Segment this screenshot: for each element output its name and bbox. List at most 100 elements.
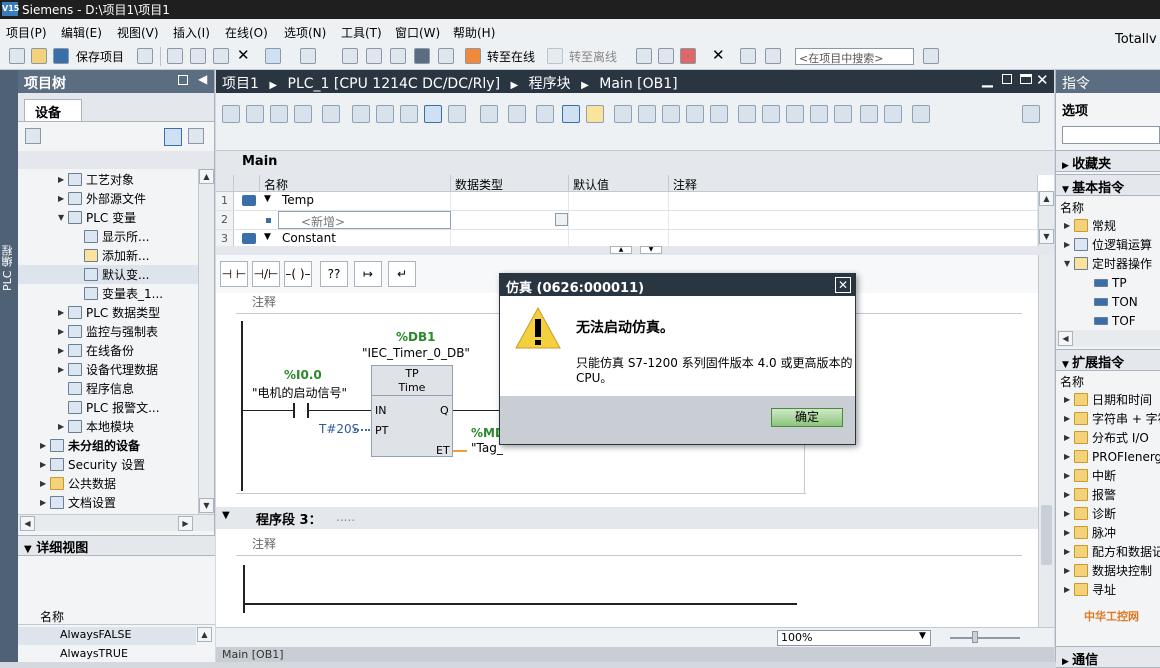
open-branch-button[interactable]: ↦ (354, 261, 382, 287)
tree-sync-icon[interactable] (188, 128, 204, 144)
collapse-icon[interactable]: ▼ (264, 194, 271, 204)
step-out-icon[interactable] (786, 105, 804, 123)
expand-icon[interactable]: ▶ (1064, 490, 1074, 499)
search-icon[interactable] (923, 48, 939, 64)
empty-rung[interactable] (245, 603, 797, 605)
instruction-group-addressing[interactable]: ▶ 寻址 (1064, 580, 1116, 599)
instruction-tof[interactable]: TOF (1094, 311, 1136, 330)
block-interface-icon[interactable] (1022, 105, 1040, 123)
open-project-icon[interactable] (31, 48, 47, 64)
print-icon[interactable] (137, 48, 153, 64)
normally-open-contact-button[interactable]: ⊣ ⊢ (220, 261, 248, 287)
breadcrumb-main[interactable]: Main [OB1] (599, 76, 677, 92)
row-name[interactable]: <新增> (278, 211, 451, 229)
split-horizontal-icon[interactable] (740, 48, 756, 64)
collapse-panel-icon[interactable]: ◀ (198, 72, 207, 86)
rung-wire[interactable] (309, 410, 371, 411)
go-online-button[interactable]: 转至在线 (487, 48, 535, 65)
column-datatype-header[interactable]: 数据类型 (451, 175, 569, 192)
minimize-icon[interactable]: ▁ (982, 72, 993, 88)
input-tag-name[interactable]: "电机的启动信号" (252, 384, 347, 401)
column-name-header[interactable]: 名称 (260, 175, 451, 192)
input-address[interactable]: %I0.0 (284, 368, 322, 382)
db-name[interactable]: "IEC_Timer_0_DB" (362, 346, 470, 360)
menu-window[interactable]: 窗口(W) (395, 24, 440, 41)
network-3-comment[interactable]: 注释 (252, 535, 276, 552)
zoom-slider[interactable] (950, 637, 1020, 639)
instruction-ton[interactable]: TON (1094, 292, 1138, 311)
call-env-icon[interactable] (662, 105, 680, 123)
insert-network-icon[interactable] (222, 105, 240, 123)
network-3-header[interactable]: ▼ 程序段 3： ..... (216, 507, 1038, 529)
simulation-icon[interactable] (414, 48, 430, 64)
search-input[interactable]: <在项目中搜索> (795, 48, 914, 65)
splitter-up-icon[interactable]: ▲ (610, 246, 632, 254)
row-default[interactable] (569, 192, 669, 210)
row-comment[interactable] (669, 192, 1038, 210)
instruction-group-bit-logic[interactable]: ▶ 位逻辑运算 (1064, 235, 1152, 254)
tree-item-device-proxy[interactable]: ▶ 设备代理数据 (58, 360, 158, 379)
row-datatype[interactable] (451, 211, 569, 229)
expand-icon[interactable]: ▶ (1064, 566, 1074, 575)
step-into-icon[interactable] (738, 105, 756, 123)
splitter-bar[interactable]: ▲ ▼ (216, 246, 1054, 255)
absolute-operand-icon[interactable] (448, 105, 466, 123)
tp-timer-block[interactable]: TP Time IN Q PT ET (371, 365, 453, 457)
instruction-group-timers[interactable]: ▼ 定时器操作 (1064, 254, 1152, 273)
detail-view-header[interactable]: ▼ 详细视图 (18, 535, 215, 556)
delete-icon[interactable]: ✕ (237, 48, 253, 64)
new-project-icon[interactable] (9, 48, 25, 64)
menu-help[interactable]: 帮助(H) (453, 24, 495, 41)
menu-project[interactable]: 项目(P) (6, 24, 47, 41)
tree-item-program-info[interactable]: 程序信息 (68, 379, 134, 398)
favorites-section[interactable]: ▶ 收藏夹 (1056, 150, 1160, 172)
grid-icon[interactable] (562, 105, 580, 123)
tree-item-plc-tags[interactable]: ▼ PLC 变量 (58, 208, 136, 227)
close-icon[interactable]: ✕ (1036, 71, 1049, 89)
scroll-left-icon[interactable]: ◀ (20, 516, 35, 531)
tree-item-online-backups[interactable]: ▶ 在线备份 (58, 341, 134, 360)
breakpoint-icon[interactable] (614, 105, 632, 123)
ok-button[interactable]: 确定 (771, 408, 843, 427)
expand-icon[interactable]: ▶ (40, 441, 50, 450)
save-project-button[interactable]: 保存项目 (76, 48, 124, 65)
tree-item-tag-table-1[interactable]: 变量表_1... (84, 284, 163, 303)
tree-scrollbar[interactable]: ▲ ▼ (198, 169, 214, 514)
row-default[interactable] (569, 211, 669, 229)
instructions-search-input[interactable] (1062, 126, 1160, 144)
start-cpu-icon[interactable] (658, 48, 674, 64)
table-row[interactable]: 1 ▼ Temp (216, 192, 1038, 211)
restore-icon[interactable] (1002, 74, 1012, 84)
expand-icon[interactable]: ▶ (1064, 471, 1074, 480)
expand-icon[interactable]: ▶ (1064, 221, 1074, 230)
compile-icon[interactable] (342, 48, 358, 64)
scroll-down-icon[interactable]: ▼ (1039, 229, 1054, 244)
collapse-icon[interactable]: ▼ (264, 232, 271, 242)
tree-overview-icon[interactable] (25, 128, 41, 144)
cut-icon[interactable] (167, 48, 183, 64)
expand-icon[interactable]: ▶ (1064, 414, 1074, 423)
instruction-group-profienergy[interactable]: ▶ PROFIenergy (1064, 447, 1160, 466)
scroll-right-icon[interactable]: ▶ (178, 516, 193, 531)
save-icon[interactable] (53, 48, 69, 64)
expand-icon[interactable]: ▶ (40, 479, 50, 488)
collapse-icon[interactable]: ▼ (58, 213, 68, 222)
tree-item-watch-tables[interactable]: ▶ 监控与强制表 (58, 322, 158, 341)
collapse-icon[interactable]: ▼ (1062, 185, 1072, 195)
expand-icon[interactable]: ▶ (58, 175, 68, 184)
menu-view[interactable]: 视图(V) (117, 24, 159, 41)
copy-icon[interactable] (190, 48, 206, 64)
paste-icon[interactable] (213, 48, 229, 64)
instruction-group-pulse[interactable]: ▶ 脉冲 (1064, 523, 1116, 542)
collapse-icon[interactable]: ▼ (222, 510, 230, 521)
tree-item-add-tag-table[interactable]: 添加新... (84, 246, 149, 265)
tree-item-plc-alarms[interactable]: PLC 报警文... (68, 398, 160, 417)
instruction-group-interrupts[interactable]: ▶ 中断 (1064, 466, 1116, 485)
expand-icon[interactable]: ▶ (58, 308, 68, 317)
instruction-group-diagnostics[interactable]: ▶ 诊断 (1064, 504, 1116, 523)
align-icon[interactable] (352, 105, 370, 123)
expand-icon[interactable]: ▶ (40, 460, 50, 469)
basic-instructions-section[interactable]: ▼ 基本指令 (1056, 174, 1160, 196)
tree-item-default-tag-table[interactable]: 默认变... (18, 265, 198, 284)
zoom-select[interactable]: 100% (777, 630, 931, 646)
